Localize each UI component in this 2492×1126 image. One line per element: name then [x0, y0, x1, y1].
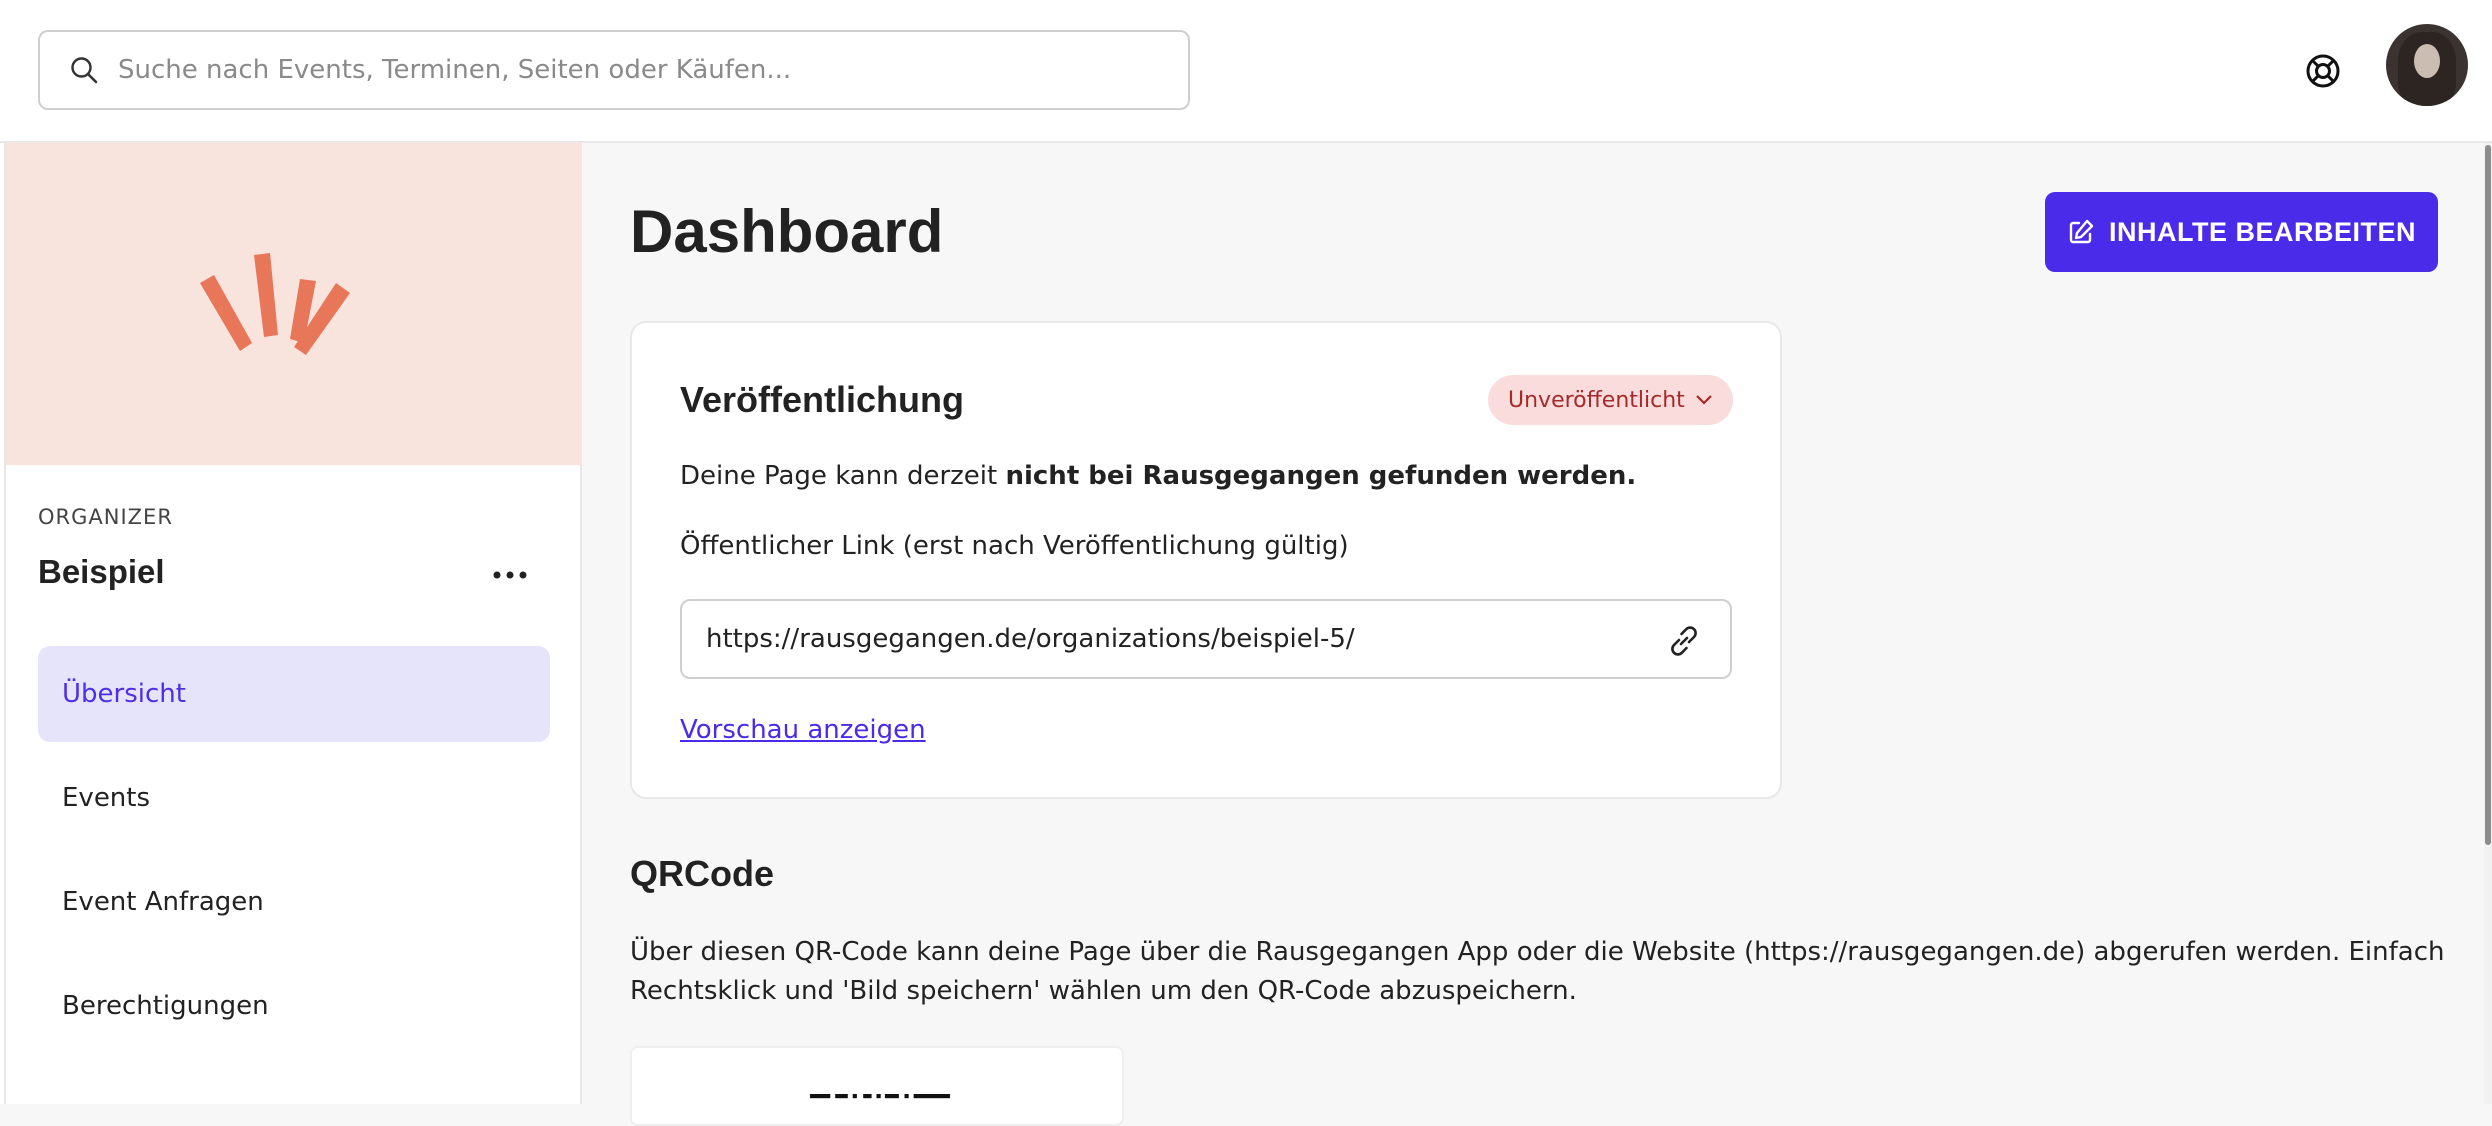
more-horizontal-icon: [493, 564, 527, 583]
public-link-value: https://rausgegangen.de/organizations/be…: [706, 624, 1355, 654]
qrcode-image[interactable]: [630, 1046, 1124, 1126]
publication-notice-bold: nicht bei Rausgegangen gefunden werden.: [1005, 461, 1637, 491]
scrollbar-thumb[interactable]: [2485, 145, 2491, 845]
avatar[interactable]: [2386, 24, 2468, 106]
publication-notice-prefix: Deine Page kann derzeit: [680, 461, 1006, 491]
public-link-field[interactable]: https://rausgegangen.de/organizations/be…: [680, 599, 1732, 679]
organizer-label: ORGANIZER: [38, 505, 173, 529]
sidebar-item-label: Berechtigungen: [62, 991, 269, 1021]
edit-button-label: INHALTE BEARBEITEN: [2108, 216, 2416, 247]
sidebar-item-label: Übersicht: [62, 679, 186, 709]
page-title: Dashboard: [630, 198, 944, 265]
chevron-down-icon: [1695, 394, 1713, 406]
preview-link[interactable]: Vorschau anzeigen: [680, 715, 926, 745]
edit-icon: [2067, 218, 2095, 246]
organizer-logo-icon: [200, 253, 350, 355]
main-content: Dashboard INHALTE BEARBEITEN Veröffentli…: [584, 145, 2492, 1126]
sidebar-item-events[interactable]: Events: [38, 750, 550, 846]
sidebar-item-berechtigungen[interactable]: Berechtigungen: [38, 958, 550, 1054]
sidebar-item-label: Event Anfragen: [62, 887, 264, 917]
lifebuoy-icon[interactable]: [2304, 52, 2342, 90]
sidebar-item-event-anfragen[interactable]: Event Anfragen: [38, 854, 550, 950]
organizer-banner: [6, 143, 582, 465]
qrcode-description: Über diesen QR-Code kann deine Page über…: [630, 937, 2445, 1006]
publication-card: Veröffentlichung Unveröffentlicht Deine …: [630, 321, 1782, 799]
publication-status-dropdown[interactable]: Unveröffentlicht: [1488, 375, 1733, 425]
publication-title: Veröffentlichung: [680, 379, 965, 420]
edit-content-button[interactable]: INHALTE BEARBEITEN: [2045, 192, 2438, 272]
search-input[interactable]: [116, 54, 1116, 86]
sidebar-item-uebersicht[interactable]: Übersicht: [38, 646, 550, 742]
search-icon: [66, 52, 102, 88]
public-link-label: Öffentlicher Link (erst nach Veröffentli…: [680, 531, 1349, 561]
qrcode-title: QRCode: [630, 853, 774, 894]
copy-link-icon[interactable]: [1664, 621, 1704, 661]
avatar-face: [2414, 44, 2440, 78]
publication-notice: Deine Page kann derzeit nicht bei Rausge…: [680, 461, 1636, 491]
more-options-button[interactable]: [486, 557, 534, 589]
scrollbar[interactable]: [2484, 143, 2492, 1104]
sidebar-item-label: Events: [62, 783, 151, 813]
qrcode-pattern: [810, 1094, 950, 1099]
sidebar: ORGANIZER Beispiel Übersicht Events Even…: [6, 143, 582, 1104]
organizer-name: Beispiel: [38, 553, 165, 590]
top-bar: [0, 0, 2492, 143]
status-badge: Unveröffentlicht: [1508, 387, 1685, 413]
search-box[interactable]: [38, 30, 1190, 110]
